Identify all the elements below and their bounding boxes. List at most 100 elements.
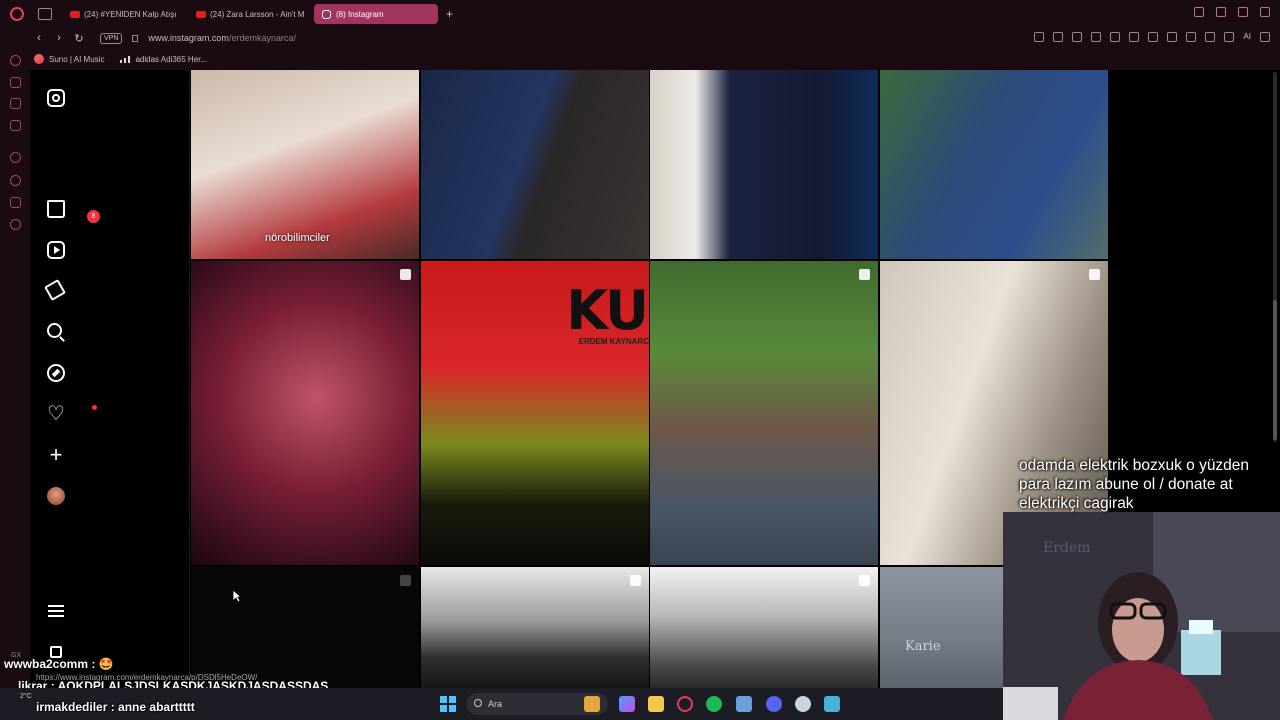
home-icon[interactable] [47,200,65,218]
shield-icon[interactable] [1091,32,1102,42]
tab-instagram[interactable]: (8) Instagram [314,4,438,24]
steam-icon[interactable] [795,696,811,712]
post-tile[interactable]: nörobilimciler [191,70,419,259]
zoom-icon[interactable] [1034,32,1045,42]
copilot-icon[interactable] [619,696,635,712]
post-tile[interactable] [191,567,419,688]
restore-icon[interactable] [1238,7,1248,17]
adidas-icon [120,56,131,63]
post-overlay-title: KU [566,279,649,342]
streamer-webcam: Erdem [1003,512,1280,720]
translate-icon[interactable] [1167,32,1178,42]
post-overlay-subtitle: ERDEM KAYNARC [578,337,649,346]
post-tile[interactable] [650,70,878,259]
post-tile[interactable] [880,70,1108,259]
post-tile[interactable] [191,261,419,565]
chat-username: irmakdediler [36,700,108,714]
tab-youtube-zara[interactable]: (24) Zara Larsson - Ain't M [188,4,310,24]
back-button[interactable]: ‹ [30,32,48,44]
reel-icon [400,269,411,280]
bookmark-adidas[interactable]: adidas Adi365 Her... [120,55,207,64]
bookmark-suno[interactable]: Suno | AI Music [34,54,104,64]
gx-cleaner-icon[interactable] [10,98,21,109]
spotify-icon[interactable] [706,696,722,712]
tab-label: (8) Instagram [336,9,384,19]
close-icon[interactable] [1260,7,1270,17]
player-icon[interactable] [10,152,21,163]
chat-line: wwwba2comm : 🤩 [4,657,114,671]
create-plus-icon[interactable]: + [47,444,65,466]
clock-icon[interactable] [10,175,21,186]
profile-icon[interactable] [1205,32,1216,42]
suno-icon [34,54,44,64]
chat-separator: : 🤩 [88,657,114,671]
post-caption: nörobilimciler [265,232,330,244]
pin-icon[interactable] [1053,32,1064,42]
post-tile[interactable] [421,70,649,259]
screen: { "browser": { "tabs": [ {"label": "(24)… [0,0,1280,720]
vpn-badge[interactable]: VPN [100,32,123,44]
post-tile[interactable] [650,261,878,565]
browser-tab-bar: (24) #YENİDEN Kalp Atışı (24) Zara Larss… [0,0,1280,28]
post-tile[interactable]: KU ERDEM KAYNARC [421,261,649,565]
network-icon[interactable] [736,696,752,712]
instagram-icon [322,9,331,19]
forward-button[interactable]: › [50,32,68,44]
address-bar: ‹ › ↻ VPN www.instagram.com/erdemkaynarc… [0,28,1280,48]
extension-icon[interactable] [1148,32,1159,42]
reload-button[interactable]: ↻ [70,32,88,45]
discord-icon[interactable] [766,696,782,712]
extensions-icon[interactable] [10,197,21,208]
start-icon[interactable] [440,696,456,712]
file-explorer-icon[interactable] [648,696,664,712]
url-field[interactable]: www.instagram.com/erdemkaynarca/ [148,33,296,43]
reels-icon[interactable] [47,241,65,259]
more-menu-icon[interactable] [47,602,65,620]
search-tabs-icon[interactable] [1194,7,1204,17]
tab-youtube-kalp[interactable]: (24) #YENİDEN Kalp Atışı [62,4,184,24]
gx-control-icon[interactable] [10,77,21,88]
messenger-icon[interactable] [10,120,21,131]
play-icon[interactable] [1110,32,1121,42]
lock-icon[interactable] [132,34,139,42]
widgets-icon[interactable] [584,696,600,712]
instagram-logo-icon[interactable] [47,89,65,107]
download-icon[interactable] [1224,32,1235,42]
notification-dot [92,405,97,410]
chat-username: wwwba2comm [4,657,89,671]
puzzle-icon[interactable] [1186,32,1197,42]
easy-setup-icon[interactable] [1260,32,1270,42]
stream-overlay-text: odamda elektrik bozxuk o yüzden para laz… [1019,457,1250,512]
carousel-icon [859,269,870,280]
explore-compass-icon[interactable] [47,364,65,382]
notifications-heart-icon[interactable]: ♡ [47,404,65,424]
snapshot-icon[interactable] [1072,32,1083,42]
reel-icon [1089,269,1100,280]
weather-widget[interactable]: 2°C [20,693,32,700]
post-tile[interactable] [650,567,878,688]
chat-message: anne abarttttt [118,700,195,714]
messages-send-icon[interactable] [44,279,66,301]
opera-gx-icon[interactable] [677,696,693,712]
address-bar-tools: AI [1034,32,1270,42]
carousel-icon [400,575,411,586]
settings-icon[interactable] [10,219,21,230]
bookmark-heart-icon[interactable] [1129,32,1140,42]
chat-separator: : [107,700,119,714]
minimize-icon[interactable] [1216,7,1226,17]
ai-button[interactable]: AI [1243,32,1251,42]
post-sign-text: Karie [905,639,941,654]
chat-line: irmakdediler : anne abarttttt [36,700,195,714]
history-refresh-icon[interactable] [10,55,21,66]
page-scrollbar-thumb[interactable] [1273,300,1277,440]
youtube-icon [196,10,206,18]
tab-label: (24) #YENİDEN Kalp Atışı [84,9,177,19]
notepad-icon[interactable] [824,696,840,712]
opera-gx-logo-icon[interactable] [10,7,24,21]
profile-avatar[interactable] [47,487,65,505]
post-tile[interactable] [421,567,649,688]
tab-islands-icon[interactable] [38,8,52,20]
new-tab-button[interactable]: + [446,7,453,21]
mouse-cursor-icon [232,589,242,603]
search-icon[interactable] [47,323,62,338]
